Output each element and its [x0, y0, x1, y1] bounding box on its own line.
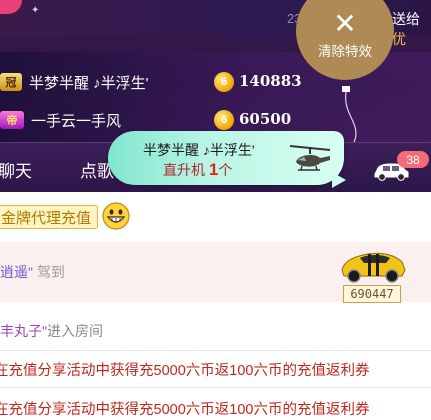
arrival-message: 逍遥" 驾到 — [0, 264, 65, 280]
gift-name: 直升机 — [163, 162, 205, 178]
enter-user[interactable]: 丰丸子" — [0, 323, 47, 339]
helicopter-icon — [289, 145, 331, 171]
gift-detail: 直升机 1个 — [163, 160, 232, 180]
rank-badge: 帝 — [0, 111, 24, 129]
divider — [0, 387, 431, 388]
gold-agent-recharge-button[interactable]: 金牌代理充值 — [0, 205, 99, 229]
coin-icon: 6 — [214, 72, 234, 92]
smiley-icon — [102, 202, 130, 230]
enter-room-message: 丰丸子"进入房间 — [0, 323, 103, 339]
rank-badge: 冠 — [0, 73, 22, 91]
sports-car-icon — [341, 252, 406, 283]
sparkle-icon: ✦ — [31, 5, 40, 16]
coin-icon: 6 — [214, 110, 234, 130]
chat-area: 金牌代理充值 逍遥" 驾到 690447 丰丸子"进入房间 在充值分享活动中获得… — [0, 192, 431, 420]
clear-effects-label: 清除特效 — [318, 44, 372, 59]
rank-row[interactable]: 冠 半梦半醒 ♪半浮生' — [0, 69, 149, 95]
rank-coins: 140883 — [239, 72, 302, 90]
car-id-badge: 690447 — [343, 285, 401, 303]
gift-notification: 半梦半醒 ♪半浮生' 直升机 1个 — [108, 131, 344, 185]
system-message: 在充值分享活动中获得充5000六币返100六币的充值返利券 — [0, 363, 370, 379]
divider — [0, 350, 431, 351]
pink-corner-decoration — [0, 0, 22, 14]
rank-coins: 60500 — [239, 110, 292, 128]
rank-row[interactable]: 帝 一手云一手风 — [0, 107, 121, 133]
gift-sender: 半梦半醒 ♪半浮生' — [143, 142, 255, 158]
balloon-string-decoration — [342, 86, 357, 142]
arrival-user[interactable]: 逍遥" — [0, 264, 33, 280]
gift-count: 1 — [208, 160, 219, 179]
tab-chat[interactable]: 聊天 — [0, 157, 32, 182]
gift-bubble-tail — [332, 172, 346, 188]
notification-badge: 38 — [397, 151, 429, 168]
rank-name: 半梦半醒 ♪半浮生' — [29, 74, 149, 92]
system-message: 在充值分享活动中获得充5000六币返100六币的充值返利券 — [0, 402, 370, 418]
close-icon: ✕ — [333, 7, 357, 40]
gift-unit: 个 — [218, 162, 233, 178]
rank-name: 一手云一手风 — [31, 112, 122, 130]
gift-to-label: 送给 优 — [392, 11, 420, 47]
